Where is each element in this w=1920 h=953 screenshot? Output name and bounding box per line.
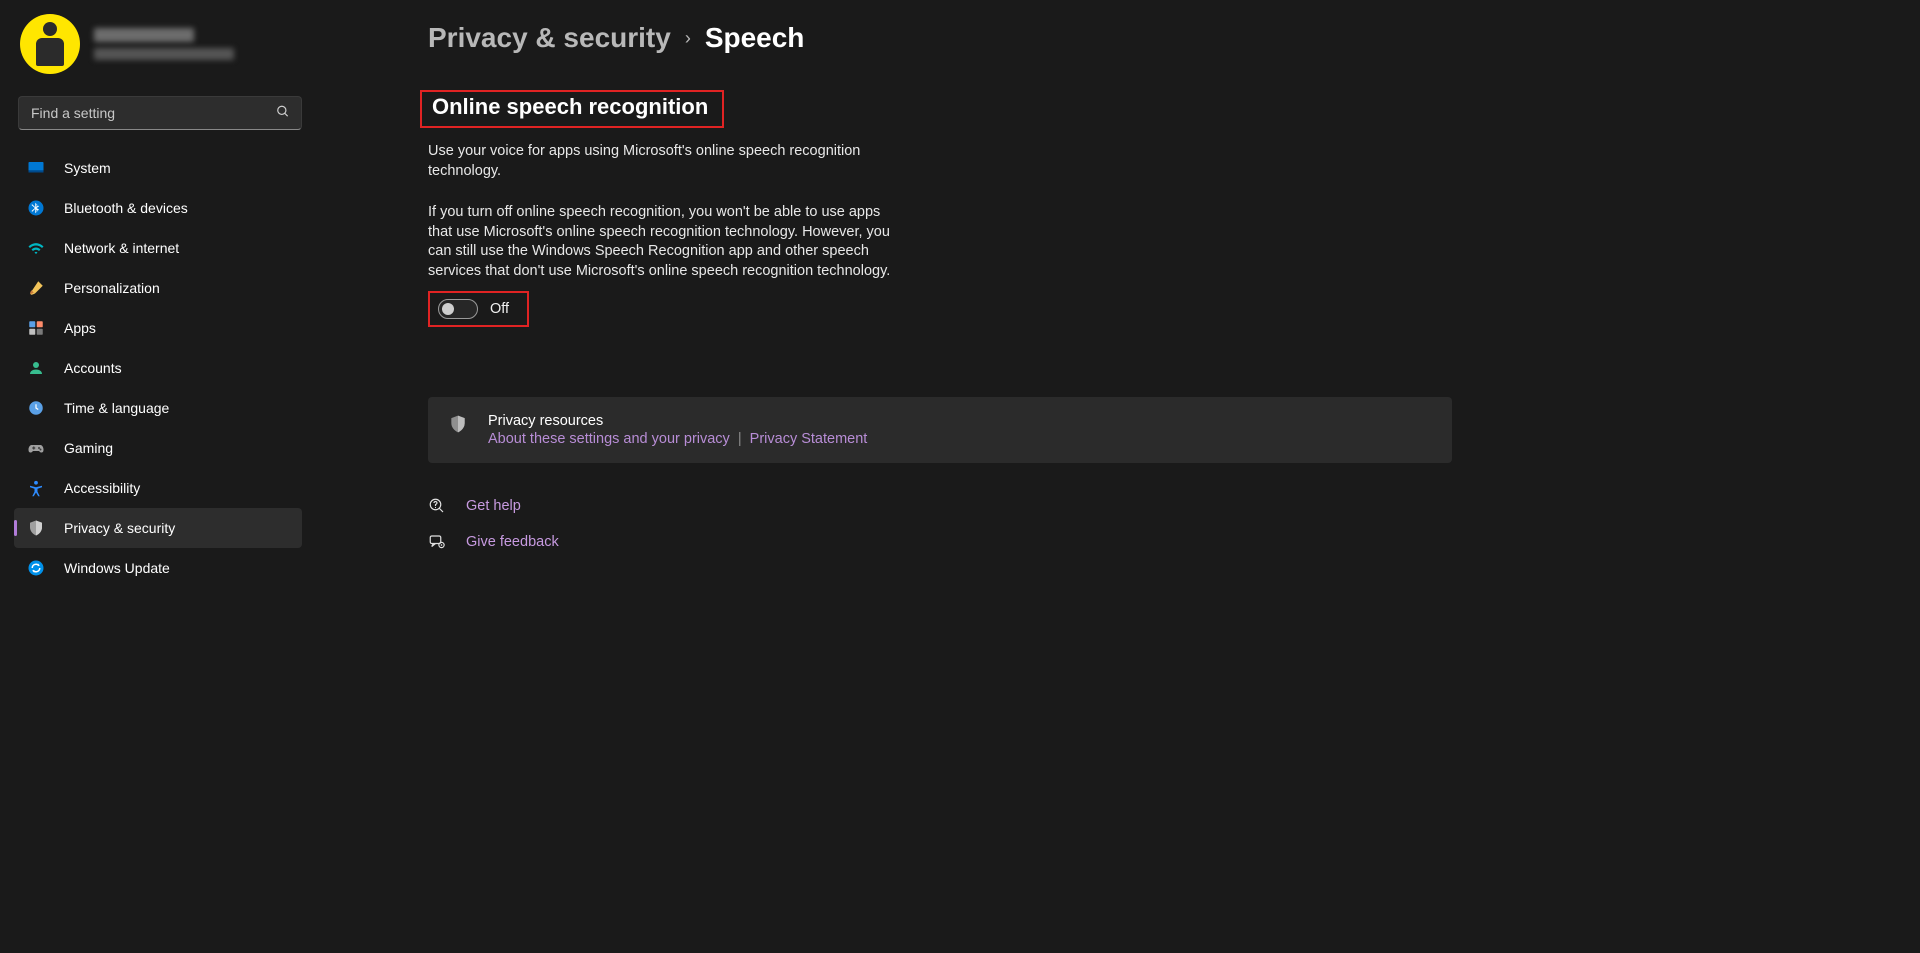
sidebar-search: [18, 96, 302, 130]
gaming-icon: [26, 438, 46, 458]
sidebar-item-label: Personalization: [64, 280, 160, 296]
sidebar-item-bluetooth[interactable]: Bluetooth & devices: [14, 188, 302, 228]
system-icon: [26, 158, 46, 178]
sidebar-item-label: Privacy & security: [64, 520, 175, 536]
accessibility-icon: [26, 478, 46, 498]
help-icon: [428, 497, 446, 515]
avatar: [20, 14, 80, 74]
section-title-highlight: Online speech recognition: [420, 90, 724, 128]
feedback-icon: [428, 533, 446, 551]
sidebar-item-label: Bluetooth & devices: [64, 200, 188, 216]
toggle-state-label: Off: [490, 301, 509, 317]
personalization-icon: [26, 278, 46, 298]
sidebar-item-personalization[interactable]: Personalization: [14, 268, 302, 308]
chevron-right-icon: ›: [685, 28, 691, 49]
sidebar-item-label: Accounts: [64, 360, 122, 376]
sidebar: System Bluetooth & devices Network & int…: [0, 0, 310, 953]
sidebar-nav: System Bluetooth & devices Network & int…: [14, 144, 310, 588]
windows-update-icon: [26, 558, 46, 578]
get-help-label: Get help: [466, 498, 521, 514]
sidebar-item-accessibility[interactable]: Accessibility: [14, 468, 302, 508]
footer-links: Get help Give feedback: [428, 497, 1880, 551]
privacy-statement-link[interactable]: Privacy Statement: [750, 431, 868, 447]
apps-icon: [26, 318, 46, 338]
sidebar-item-label: Windows Update: [64, 560, 170, 576]
breadcrumb: Privacy & security › Speech: [428, 22, 1880, 54]
search-input[interactable]: [18, 96, 302, 130]
sidebar-item-label: Apps: [64, 320, 96, 336]
link-separator: |: [734, 431, 746, 447]
sidebar-item-label: Gaming: [64, 440, 113, 456]
get-help-link[interactable]: Get help: [428, 497, 1880, 515]
profile-block[interactable]: [14, 14, 310, 92]
give-feedback-link[interactable]: Give feedback: [428, 533, 1880, 551]
sidebar-item-label: Time & language: [64, 400, 169, 416]
profile-name-redacted: [94, 28, 194, 42]
bluetooth-icon: [26, 198, 46, 218]
shield-icon: [448, 413, 468, 438]
sidebar-item-windows-update[interactable]: Windows Update: [14, 548, 302, 588]
breadcrumb-current: Speech: [705, 22, 805, 54]
section-description-2: If you turn off online speech recognitio…: [428, 203, 898, 281]
profile-email-redacted: [94, 48, 234, 60]
profile-text: [94, 28, 234, 60]
sidebar-item-apps[interactable]: Apps: [14, 308, 302, 348]
resources-title: Privacy resources: [488, 413, 867, 429]
sidebar-item-label: Accessibility: [64, 480, 140, 496]
toggle-knob: [442, 303, 454, 315]
toggle-highlight: Off: [428, 291, 529, 327]
about-settings-link[interactable]: About these settings and your privacy: [488, 431, 730, 447]
privacy-icon: [26, 518, 46, 538]
section-description-1: Use your voice for apps using Microsoft'…: [428, 142, 898, 181]
sidebar-item-label: System: [64, 160, 111, 176]
online-speech-toggle[interactable]: [438, 299, 478, 319]
sidebar-item-label: Network & internet: [64, 240, 179, 256]
accounts-icon: [26, 358, 46, 378]
breadcrumb-parent[interactable]: Privacy & security: [428, 22, 671, 54]
search-icon[interactable]: [276, 105, 290, 122]
section-title: Online speech recognition: [432, 94, 708, 120]
network-icon: [26, 238, 46, 258]
privacy-resources-card: Privacy resources About these settings a…: [428, 397, 1452, 463]
sidebar-item-accounts[interactable]: Accounts: [14, 348, 302, 388]
time-language-icon: [26, 398, 46, 418]
sidebar-item-network[interactable]: Network & internet: [14, 228, 302, 268]
sidebar-item-system[interactable]: System: [14, 148, 302, 188]
sidebar-item-privacy-security[interactable]: Privacy & security: [14, 508, 302, 548]
sidebar-item-time-language[interactable]: Time & language: [14, 388, 302, 428]
main-content: Privacy & security › Speech Online speec…: [310, 0, 1920, 953]
give-feedback-label: Give feedback: [466, 534, 559, 550]
sidebar-item-gaming[interactable]: Gaming: [14, 428, 302, 468]
